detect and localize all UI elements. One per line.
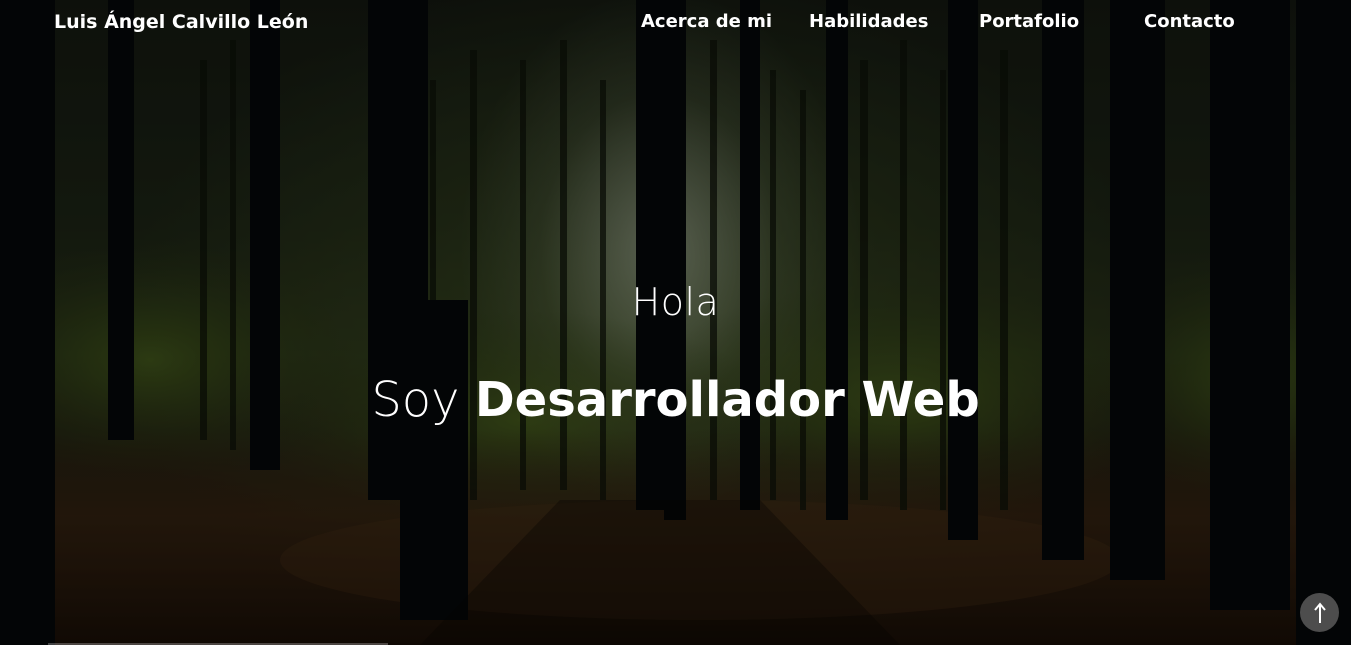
- nav-item-portafolio[interactable]: Portafolio: [979, 11, 1079, 32]
- nav-item-acerca-de-mi[interactable]: Acerca de mi: [641, 11, 772, 32]
- scroll-to-top-button[interactable]: [1300, 593, 1339, 632]
- headline-prefix: Soy: [371, 372, 460, 428]
- brand-name-link[interactable]: Luis Ángel Calvillo León: [54, 11, 308, 33]
- nav-item-contacto[interactable]: Contacto: [1144, 11, 1235, 32]
- navbar: Luis Ángel Calvillo León Acerca de mi Ha…: [0, 0, 1351, 46]
- nav-item-habilidades[interactable]: Habilidades: [809, 11, 928, 32]
- hero-headline: Soy Desarrollador Web: [0, 372, 1351, 428]
- hero-section: Luis Ángel Calvillo León Acerca de mi Ha…: [0, 0, 1351, 645]
- headline-role: Desarrollador Web: [474, 372, 980, 428]
- arrow-up-icon: [1313, 601, 1326, 623]
- hero-greeting: Hola: [631, 280, 720, 324]
